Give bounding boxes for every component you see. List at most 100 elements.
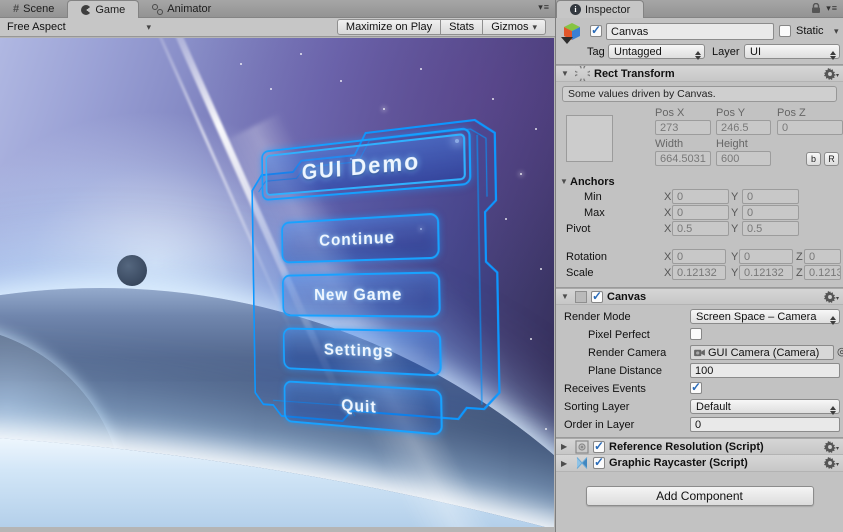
foldout-arrow-icon[interactable] xyxy=(561,69,571,78)
pos-y-label: Pos Y xyxy=(716,107,746,119)
canvas-enabled-checkbox[interactable] xyxy=(591,289,603,303)
canvas-component-header[interactable]: Canvas xyxy=(556,288,843,305)
rotation-y-field[interactable]: 0 xyxy=(739,249,793,264)
tab-inspector[interactable]: i Inspector xyxy=(556,0,645,18)
static-dropdown-icon[interactable] xyxy=(834,25,839,37)
static-label: Static xyxy=(796,25,824,37)
star xyxy=(240,63,242,65)
object-picker-icon[interactable] xyxy=(837,345,843,358)
render-camera-row: Render Camera GUI Camera (Camera) xyxy=(560,344,839,361)
star xyxy=(340,80,342,82)
driven-values-notice: Some values driven by Canvas. xyxy=(562,86,837,102)
star xyxy=(520,173,522,175)
render-camera-object-field[interactable]: GUI Camera (Camera) xyxy=(690,345,834,360)
pivot-y-field[interactable]: 0.5 xyxy=(742,221,799,236)
scale-x-field[interactable]: 0.12132 xyxy=(672,265,726,280)
pos-z-field[interactable]: 0 xyxy=(777,120,843,135)
gizmos-dropdown[interactable]: Gizmos xyxy=(483,19,546,35)
pos-x-label: Pos X xyxy=(655,107,685,119)
tab-inspector-label: Inspector xyxy=(585,3,631,16)
pivot-x-field[interactable]: 0.5 xyxy=(672,221,729,236)
foldout-arrow-icon[interactable] xyxy=(561,292,571,301)
anchors-max-x-field[interactable]: 0 xyxy=(672,205,729,220)
scale-z-field[interactable]: 0.12132 xyxy=(804,265,841,280)
inspector-tabstrip: i Inspector xyxy=(556,0,843,18)
rotation-x-field[interactable]: 0 xyxy=(672,249,726,264)
lock-icon[interactable] xyxy=(811,3,821,14)
foldout-arrow-icon[interactable] xyxy=(561,459,571,468)
star xyxy=(535,128,537,130)
sorting-layer-dropdown[interactable]: Default xyxy=(690,399,840,415)
dropdown-arrows-icon xyxy=(830,48,836,63)
tab-animator-label: Animator xyxy=(167,3,212,15)
rotation-z-field[interactable]: 0 xyxy=(804,249,841,264)
anchors-min-x-field[interactable]: 0 xyxy=(672,189,729,204)
gear-icon[interactable] xyxy=(823,441,839,453)
reference-resolution-header[interactable]: Reference Resolution (Script) xyxy=(556,438,843,455)
tab-game[interactable]: Game xyxy=(67,0,140,18)
graphic-raycaster-enabled-checkbox[interactable] xyxy=(593,455,605,469)
render-mode-dropdown[interactable]: Screen Space – Camera xyxy=(690,309,840,325)
canvas-title: Canvas xyxy=(607,290,647,303)
height-field[interactable]: 600 xyxy=(716,151,771,166)
receives-events-checkbox[interactable] xyxy=(690,380,702,394)
pixel-perfect-checkbox[interactable] xyxy=(690,328,702,340)
width-field[interactable]: 664.5031 xyxy=(655,151,711,166)
tab-animator[interactable]: Animator xyxy=(139,0,224,18)
star xyxy=(300,53,302,55)
tag-dropdown[interactable]: Untagged xyxy=(608,44,705,60)
gear-icon[interactable] xyxy=(823,68,839,80)
add-component-button[interactable]: Add Component xyxy=(585,486,814,506)
height-label: Height xyxy=(716,138,748,150)
reference-resolution-icon xyxy=(575,439,589,454)
scale-y-field[interactable]: 0.12132 xyxy=(739,265,793,280)
pos-y-field[interactable]: 246.5 xyxy=(716,120,771,135)
inspector-menu-icon[interactable] xyxy=(826,3,838,14)
aspect-ratio-value: Free Aspect xyxy=(7,21,66,33)
order-in-layer-field[interactable]: 0 xyxy=(690,417,840,432)
plane-distance-field[interactable]: 100 xyxy=(690,363,840,378)
canvas-cube-icon[interactable] xyxy=(561,21,584,44)
game-toolbar-buttons: Maximize on Play Stats Gizmos xyxy=(336,19,546,35)
anchors-max-row: Max X 0 Y 0 xyxy=(560,205,839,221)
anchors-foldout[interactable]: Anchors xyxy=(560,174,839,189)
rect-transform-title: Rect Transform xyxy=(594,67,675,80)
anchors-min-y-field[interactable]: 0 xyxy=(742,189,799,204)
maximize-on-play-button[interactable]: Maximize on Play xyxy=(336,19,442,35)
static-checkbox[interactable] xyxy=(779,25,791,37)
graphic-raycaster-header[interactable]: Graphic Raycaster (Script) xyxy=(556,455,843,472)
tag-label: Tag xyxy=(587,46,605,58)
pos-x-field[interactable]: 273 xyxy=(655,120,711,135)
pane-menu-icon[interactable] xyxy=(538,2,550,13)
active-checkbox[interactable] xyxy=(590,23,602,37)
pos-z-label: Pos Z xyxy=(777,107,806,119)
object-name-field[interactable]: Canvas xyxy=(606,23,774,40)
anchor-preview-box[interactable] xyxy=(566,115,613,162)
tab-scene[interactable]: Scene xyxy=(0,0,67,18)
layer-label: Layer xyxy=(712,46,740,58)
blueprint-mode-button[interactable]: b xyxy=(806,152,821,166)
star xyxy=(270,88,272,90)
game-pane: Scene Game Animator Free Aspect Maximize… xyxy=(0,0,555,532)
reference-resolution-enabled-checkbox[interactable] xyxy=(593,439,605,453)
gear-icon[interactable] xyxy=(823,291,839,303)
raw-edit-mode-button[interactable]: R xyxy=(824,152,839,166)
stats-button[interactable]: Stats xyxy=(441,19,484,35)
layer-dropdown[interactable]: UI xyxy=(744,44,840,60)
star xyxy=(545,428,547,430)
menu-button-continue[interactable]: Continue xyxy=(281,212,440,264)
star xyxy=(420,68,422,70)
menu-button-settings[interactable]: Settings xyxy=(282,327,442,377)
menu-button-new-game[interactable]: New Game xyxy=(281,271,441,318)
game-menu-panel: GUI Demo Continue New Game Settings Quit xyxy=(243,98,514,450)
rect-transform-header[interactable]: Rect Transform xyxy=(556,65,843,82)
chevron-down-icon xyxy=(146,21,151,33)
info-icon: i xyxy=(570,4,581,15)
pixel-perfect-row: Pixel Perfect xyxy=(560,326,839,343)
gear-icon[interactable] xyxy=(823,457,839,469)
aspect-ratio-dropdown[interactable]: Free Aspect xyxy=(0,18,158,36)
star xyxy=(540,268,542,270)
foldout-arrow-icon[interactable] xyxy=(561,442,571,451)
dropdown-arrows-icon xyxy=(695,48,701,63)
anchors-max-y-field[interactable]: 0 xyxy=(742,205,799,220)
